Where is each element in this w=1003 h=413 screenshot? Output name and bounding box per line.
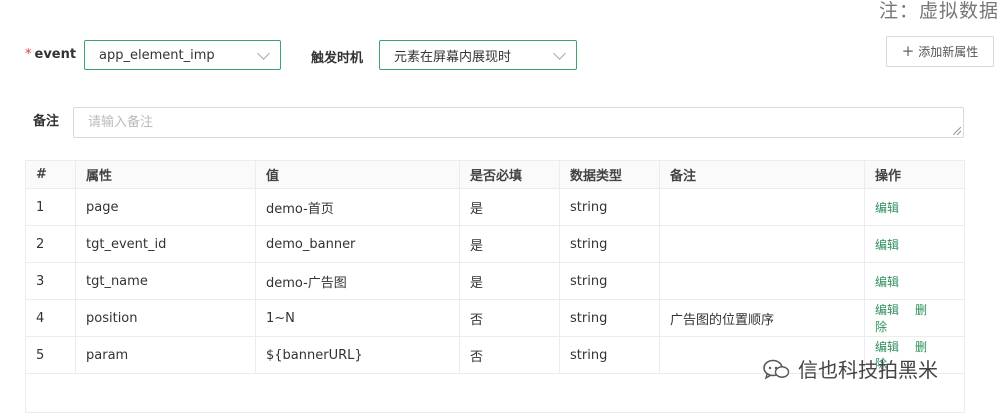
cell-actions: 编辑 (864, 225, 965, 263)
chevron-down-icon (553, 47, 566, 60)
cell-value: demo-广告图 (255, 262, 460, 300)
cell-value: demo_banner (255, 225, 460, 263)
trigger-select[interactable]: 元素在屏幕内展现时 (379, 40, 577, 70)
chevron-down-icon (257, 47, 270, 60)
col-header-value: 值 (255, 160, 460, 189)
remark-input[interactable] (74, 108, 963, 137)
event-select-value: app_element_imp (99, 47, 215, 63)
cell-index: 2 (25, 225, 76, 263)
cell-type: string (559, 299, 660, 337)
cell-required: 是 (459, 225, 560, 263)
resize-handle-icon[interactable] (953, 127, 961, 135)
cell-note: 广告图的位置顺序 (659, 299, 865, 337)
table-row: 4 position 1~N 否 string 广告图的位置顺序 编辑 删除 (25, 299, 965, 337)
edit-link[interactable]: 编辑 (875, 275, 899, 289)
table-header-row: # 属性 值 是否必填 数据类型 备注 操作 (25, 160, 965, 189)
cell-required: 是 (459, 188, 560, 226)
cell-note (659, 225, 865, 263)
table-row: 3 tgt_name demo-广告图 是 string 编辑 (25, 262, 965, 300)
cell-index: 4 (25, 299, 76, 337)
add-property-label: 添加新属性 (918, 45, 979, 59)
cell-value: 1~N (255, 299, 460, 337)
plus-icon: + (901, 42, 915, 60)
cell-required: 否 (459, 336, 560, 374)
cell-type: string (559, 188, 660, 226)
cell-actions: 编辑 (864, 262, 965, 300)
table-row: 2 tgt_event_id demo_banner 是 string 编辑 (25, 225, 965, 263)
required-mark: * (25, 47, 32, 62)
cell-type: string (559, 262, 660, 300)
cell-value: ${bannerURL} (255, 336, 460, 374)
event-select[interactable]: app_element_imp (84, 40, 281, 70)
cell-attribute: param (75, 336, 256, 374)
cell-type: string (559, 225, 660, 263)
cell-attribute: tgt_event_id (75, 225, 256, 263)
cell-type: string (559, 336, 660, 374)
cell-index: 5 (25, 336, 76, 374)
add-property-button[interactable]: + 添加新属性 (886, 36, 994, 67)
remark-label: 备注 (33, 114, 60, 129)
cell-index: 3 (25, 262, 76, 300)
remark-field[interactable] (73, 107, 964, 138)
cell-value: demo-首页 (255, 188, 460, 226)
cell-note (659, 188, 865, 226)
edit-link[interactable]: 编辑 (875, 201, 899, 215)
cell-required: 是 (459, 262, 560, 300)
col-header-index: # (25, 160, 76, 189)
col-header-actions: 操作 (864, 160, 965, 189)
cell-index: 1 (25, 188, 76, 226)
cell-attribute: tgt_name (75, 262, 256, 300)
wechat-logo-icon (763, 359, 790, 379)
edit-link[interactable]: 编辑 (875, 340, 899, 354)
watermark-text: 信也科技拍黑米 (798, 358, 938, 382)
cell-note (659, 262, 865, 300)
cell-required: 否 (459, 299, 560, 337)
edit-link[interactable]: 编辑 (875, 303, 899, 317)
trigger-select-value: 元素在屏幕内展现时 (394, 49, 512, 65)
edit-link[interactable]: 编辑 (875, 238, 899, 252)
cell-actions: 编辑 (864, 188, 965, 226)
virtual-data-note: 注：虚拟数据 (878, 0, 999, 22)
col-header-type: 数据类型 (559, 160, 660, 189)
event-label-text: event (34, 47, 77, 62)
cell-attribute: page (75, 188, 256, 226)
col-header-attribute: 属性 (75, 160, 256, 189)
col-header-note: 备注 (659, 160, 865, 189)
trigger-label: 触发时机 (311, 51, 364, 66)
col-header-required: 是否必填 (459, 160, 560, 189)
cell-actions: 编辑 删除 (864, 299, 965, 337)
table-row: 1 page demo-首页 是 string 编辑 (25, 188, 965, 226)
wechat-watermark: 信也科技拍黑米 (762, 354, 938, 383)
cell-attribute: position (75, 299, 256, 337)
event-label: * event (25, 47, 76, 62)
